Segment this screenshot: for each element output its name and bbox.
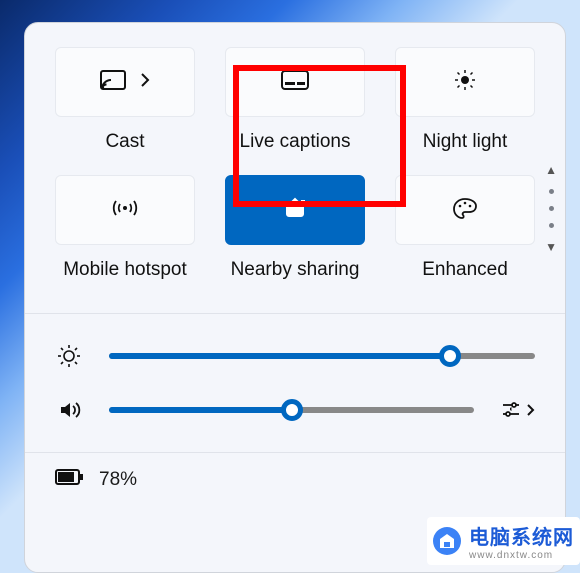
volume-mixer-button[interactable] — [500, 399, 535, 421]
palette-icon — [452, 197, 478, 224]
battery-percent: 78% — [99, 469, 137, 491]
nearby-sharing-label: Nearby sharing — [231, 259, 360, 281]
tile-wrap-nearby-sharing: Nearby sharing — [225, 175, 365, 281]
watermark-title: 电脑系统网 — [469, 521, 574, 550]
live-captions-tile[interactable] — [225, 47, 365, 117]
bottom-divider — [25, 452, 565, 453]
volume-row — [55, 398, 535, 422]
tile-wrap-live-captions: Live captions — [225, 47, 365, 153]
watermark: 电脑系统网 www.dnxtw.com — [427, 517, 580, 565]
tile-wrap-night-light: Night light — [395, 47, 535, 153]
night-light-label: Night light — [423, 131, 508, 153]
chevron-right-icon — [140, 72, 150, 93]
captions-icon — [281, 70, 309, 95]
cast-tile[interactable] — [55, 47, 195, 117]
page-indicator: ▲ ▼ — [545, 163, 557, 254]
watermark-url: www.dnxtw.com — [469, 550, 574, 561]
brightness-row — [55, 344, 535, 368]
share-icon — [283, 196, 307, 225]
nearby-sharing-tile[interactable] — [225, 175, 365, 245]
volume-icon — [55, 398, 83, 422]
tiles-grid: Cast Live captions — [55, 47, 535, 281]
hotspot-icon — [112, 197, 138, 224]
enhanced-tile[interactable] — [395, 175, 535, 245]
enhanced-label: Enhanced — [422, 259, 508, 281]
brightness-slider[interactable] — [109, 353, 535, 359]
cast-icon — [100, 70, 126, 95]
divider — [25, 313, 565, 314]
watermark-logo-icon — [433, 527, 461, 555]
mobile-hotspot-label: Mobile hotspot — [63, 259, 187, 281]
volume-slider[interactable] — [109, 407, 474, 413]
tile-wrap-cast: Cast — [55, 47, 195, 153]
battery-status[interactable]: 78% — [55, 469, 535, 491]
brightness-icon — [55, 344, 83, 368]
scroll-up-icon[interactable]: ▲ — [545, 163, 557, 177]
night-light-icon — [453, 68, 477, 97]
tile-wrap-mobile-hotspot: Mobile hotspot — [55, 175, 195, 281]
live-captions-label: Live captions — [240, 131, 351, 153]
battery-icon — [55, 469, 83, 491]
quick-settings-panel: Cast Live captions — [24, 22, 566, 573]
cast-label: Cast — [105, 131, 144, 153]
scroll-down-icon[interactable]: ▼ — [545, 240, 557, 254]
night-light-tile[interactable] — [395, 47, 535, 117]
mobile-hotspot-tile[interactable] — [55, 175, 195, 245]
tile-wrap-enhanced: Enhanced — [395, 175, 535, 281]
